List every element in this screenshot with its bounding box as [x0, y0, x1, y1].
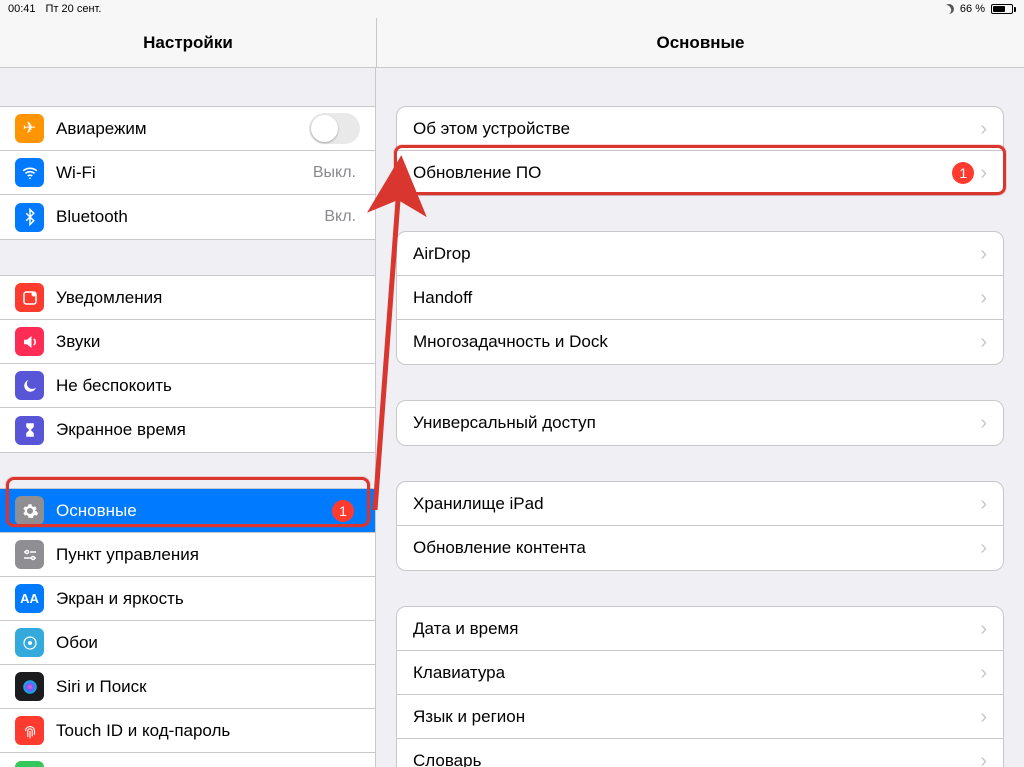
detail-label: AirDrop: [413, 244, 471, 264]
detail-item-accessibility[interactable]: Универсальный доступ ›: [397, 401, 1003, 445]
detail-pane[interactable]: Об этом устройстве › Обновление ПО 1 › A…: [376, 68, 1024, 767]
sidebar-item-sounds[interactable]: Звуки: [0, 320, 375, 364]
detail-label: Язык и регион: [413, 707, 525, 727]
sidebar-item-screentime[interactable]: Экранное время: [0, 408, 375, 452]
detail-label: Хранилище iPad: [413, 494, 544, 514]
screentime-icon: [15, 416, 44, 445]
status-battery-pct: 66 %: [960, 3, 985, 15]
display-icon: AA: [15, 584, 44, 613]
airplane-toggle[interactable]: [309, 113, 360, 144]
sidebar-item-notifications[interactable]: Уведомления: [0, 276, 375, 320]
siri-icon: [15, 672, 44, 701]
sidebar-label: Bluetooth: [56, 207, 128, 227]
sidebar-item-touchid[interactable]: Touch ID и код-пароль: [0, 709, 375, 753]
detail-item-airdrop[interactable]: AirDrop ›: [397, 232, 1003, 276]
detail-item-storage[interactable]: Хранилище iPad ›: [397, 482, 1003, 526]
detail-label: Обновление ПО: [413, 163, 541, 183]
chevron-right-icon: ›: [980, 288, 987, 308]
chevron-right-icon: ›: [980, 538, 987, 558]
detail-label: Многозадачность и Dock: [413, 332, 608, 352]
status-date: Пт 20 сент.: [46, 3, 102, 15]
detail-item-dictionary[interactable]: Словарь ›: [397, 739, 1003, 767]
battery-icon-row: [15, 761, 44, 767]
sidebar-item-wifi[interactable]: Wi-Fi Выкл.: [0, 151, 375, 195]
status-bar: 00:41 Пт 20 сент. 66 %: [0, 0, 1024, 18]
chevron-right-icon: ›: [980, 707, 987, 727]
detail-item-keyboard[interactable]: Клавиатура ›: [397, 651, 1003, 695]
dnd-moon-icon: [943, 3, 956, 16]
battery-icon: [991, 4, 1016, 14]
detail-item-about[interactable]: Об этом устройстве ›: [397, 107, 1003, 151]
detail-label: Универсальный доступ: [413, 413, 596, 433]
detail-label: Клавиатура: [413, 663, 505, 683]
sidebar-item-display[interactable]: AA Экран и яркость: [0, 577, 375, 621]
detail-label: Словарь: [413, 751, 481, 767]
sidebar-label: Пункт управления: [56, 545, 199, 565]
sidebar-item-controlcenter[interactable]: Пункт управления: [0, 533, 375, 577]
bluetooth-icon: [15, 203, 44, 232]
touchid-icon: [15, 716, 44, 745]
sidebar-title: Настройки: [0, 18, 376, 67]
sidebar-item-airplane[interactable]: ✈ Авиарежим: [0, 107, 375, 151]
sidebar-label: Основные: [56, 501, 137, 521]
sidebar-label: Авиарежим: [56, 119, 147, 139]
settings-sidebar[interactable]: ✈ Авиарежим Wi-Fi Выкл.: [0, 68, 376, 767]
detail-label: Об этом устройстве: [413, 119, 570, 139]
chevron-right-icon: ›: [980, 413, 987, 433]
sidebar-label: Не беспокоить: [56, 376, 172, 396]
sidebar-label: Touch ID и код-пароль: [56, 721, 230, 741]
dnd-icon: [15, 371, 44, 400]
chevron-right-icon: ›: [980, 494, 987, 514]
sidebar-item-general[interactable]: Основные 1: [0, 489, 375, 533]
sidebar-label: Siri и Поиск: [56, 677, 147, 697]
notifications-icon: [15, 283, 44, 312]
detail-item-bgrefresh[interactable]: Обновление контента ›: [397, 526, 1003, 570]
detail-label: Дата и время: [413, 619, 518, 639]
chevron-right-icon: ›: [980, 163, 987, 183]
chevron-right-icon: ›: [980, 619, 987, 639]
chevron-right-icon: ›: [980, 332, 987, 352]
detail-item-datetime[interactable]: Дата и время ›: [397, 607, 1003, 651]
detail-item-multitasking[interactable]: Многозадачность и Dock ›: [397, 320, 1003, 364]
detail-item-handoff[interactable]: Handoff ›: [397, 276, 1003, 320]
wifi-icon: [15, 158, 44, 187]
update-badge: 1: [952, 162, 974, 184]
wallpaper-icon: [15, 628, 44, 657]
chevron-right-icon: ›: [980, 663, 987, 683]
airplane-icon: ✈: [15, 114, 44, 143]
general-badge: 1: [332, 500, 354, 522]
detail-item-language[interactable]: Язык и регион ›: [397, 695, 1003, 739]
sidebar-item-dnd[interactable]: Не беспокоить: [0, 364, 375, 408]
sidebar-label: Уведомления: [56, 288, 162, 308]
detail-label: Handoff: [413, 288, 472, 308]
status-time: 00:41: [8, 3, 36, 15]
sidebar-label: Wi-Fi: [56, 163, 96, 183]
sidebar-item-battery[interactable]: Аккумулятор: [0, 753, 375, 767]
gear-icon: [15, 496, 44, 525]
sidebar-label: Обои: [56, 633, 98, 653]
sidebar-item-wallpaper[interactable]: Обои: [0, 621, 375, 665]
sidebar-item-bluetooth[interactable]: Bluetooth Вкл.: [0, 195, 375, 239]
detail-title: Основные: [376, 18, 1024, 67]
detail-item-software-update[interactable]: Обновление ПО 1 ›: [397, 151, 1003, 195]
chevron-right-icon: ›: [980, 119, 987, 139]
chevron-right-icon: ›: [980, 751, 987, 767]
sounds-icon: [15, 327, 44, 356]
detail-label: Обновление контента: [413, 538, 586, 558]
controlcenter-icon: [15, 540, 44, 569]
sidebar-label: Экранное время: [56, 420, 186, 440]
sidebar-item-siri[interactable]: Siri и Поиск: [0, 665, 375, 709]
wifi-value: Выкл.: [313, 164, 356, 182]
sidebar-label: Экран и яркость: [56, 589, 184, 609]
bluetooth-value: Вкл.: [324, 208, 356, 226]
chevron-right-icon: ›: [980, 244, 987, 264]
sidebar-label: Звуки: [56, 332, 100, 352]
